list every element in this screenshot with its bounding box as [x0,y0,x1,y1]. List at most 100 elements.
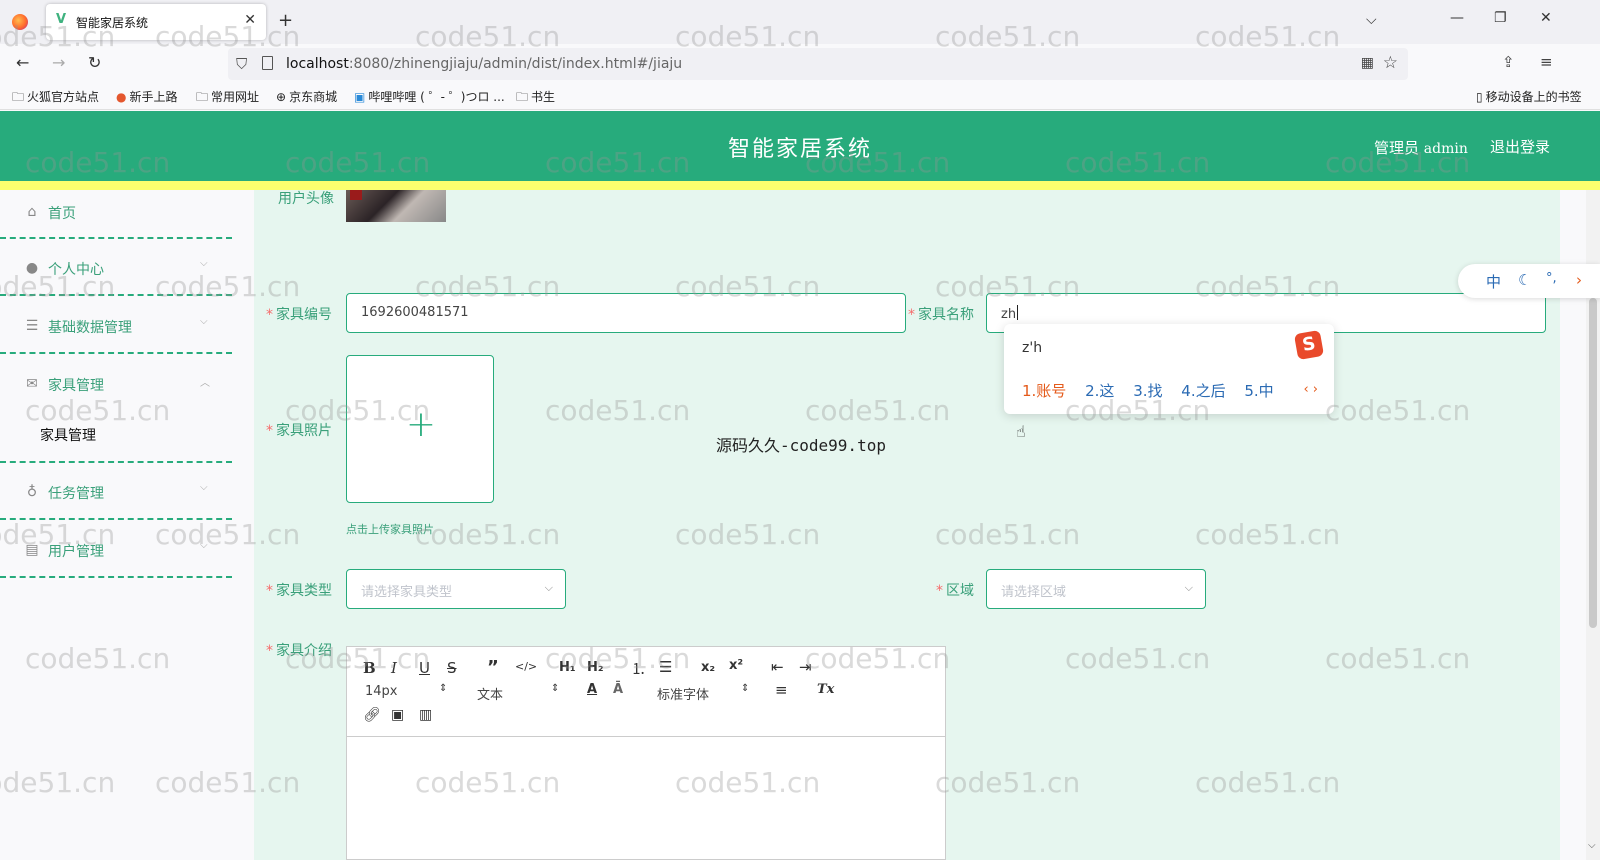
forward-arrow-icon[interactable]: → [52,53,65,72]
user-avatar-image [346,190,446,222]
bookmark-item[interactable]: 🗀 书生 [516,88,555,109]
blockquote-icon[interactable]: ” [487,657,499,678]
superscript-icon[interactable]: x² [729,658,743,673]
bookmark-item[interactable]: ⊕ 京东商城 [276,88,337,105]
code-input[interactable]: 1692600481571 [346,293,906,333]
restore-button[interactable]: ❐ [1494,10,1507,26]
clear-format-icon[interactable]: Tx [817,682,834,697]
submenu-item-furniture[interactable]: 家具管理 [40,425,96,445]
user-icon: ● [25,260,39,276]
sidebar-item-furniture[interactable]: ✉ 家具管理 ︿ [0,366,232,406]
ime-candidate[interactable]: 5.中 [1244,382,1273,400]
ime-candidate[interactable]: 4.之后 [1181,382,1225,400]
ime-status-bar: 中 ☾ °, › [1458,264,1600,298]
upload-tip: 点击上传家具照片 [346,523,434,536]
firefox-logo-icon [12,14,28,30]
moon-icon[interactable]: ☾ [1518,271,1531,289]
new-tab-button[interactable]: + [278,10,293,31]
back-arrow-icon[interactable]: ← [16,53,29,72]
list-all-tabs-icon[interactable]: ⌵ [1366,12,1377,28]
text-style-picker[interactable]: 文本 [477,684,503,703]
tab-close-icon[interactable]: ✕ [244,12,256,28]
minimize-button[interactable]: — [1450,10,1464,26]
page-icon [262,56,273,70]
bookmark-item[interactable]: 🗀 常用网址 [196,88,259,109]
area-select[interactable]: 请选择区域 ⌵ [986,569,1206,609]
mobile-icon: ▯ [1476,90,1483,104]
bookmark-item[interactable]: 🗀 火狐官方站点 [12,88,99,109]
background-color-icon[interactable]: Ā [613,682,623,697]
bullet-list-icon[interactable]: ☰ [659,658,672,676]
logout-button[interactable]: 退出登录 [1490,136,1550,157]
scroll-down-icon[interactable]: ⌵ [1588,840,1596,851]
outdent-icon[interactable]: ⇤ [771,658,784,676]
sidebar-item-home[interactable]: ⌂ 首页 [0,194,232,234]
browser-tab[interactable]: V 智能家居系统 ✕ [46,4,266,40]
video-icon[interactable]: ▥ [419,707,432,723]
align-icon[interactable]: ≡ [775,681,788,699]
extensions-icon[interactable]: ⇪ [1502,53,1515,71]
qr-code-icon[interactable]: ▦ [1361,55,1374,71]
address-bar[interactable]: ⛉ localhost:8080/zhinengjiaju/admin/dist… [228,48,1408,80]
heading2-icon[interactable]: H₂ [587,660,604,675]
italic-icon[interactable]: I [391,659,397,677]
ime-pinyin-input: z'h [1022,340,1043,356]
ime-candidate[interactable]: 2.这 [1085,382,1114,400]
chevron-right-icon[interactable]: › [1576,271,1582,289]
font-size-picker[interactable]: 14px [365,684,398,699]
bookmarks-bar: 🗀 火狐官方站点 ● 新手上路 🗀 常用网址 ⊕ 京东商城 ▣ 哔哩哔哩 ( ゜- ゜)つ… [0,84,1600,110]
url-text[interactable]: localhost:8080/zhinengjiaju/admin/dist/i… [286,56,682,72]
sliders-icon: ☰ [25,318,39,334]
type-select[interactable]: 请选择家具类型 ⌵ [346,569,566,609]
link-icon[interactable]: 🔗︎ [363,707,381,723]
code-block-icon[interactable]: </> [515,660,537,673]
underline-icon[interactable]: U [419,659,430,677]
chevron-up-icon: ︿ [200,378,210,389]
menu-divider [0,461,232,463]
bookmark-item[interactable]: ● 新手上路 [116,88,178,105]
heading1-icon[interactable]: H₁ [559,660,576,675]
font-family-picker[interactable]: 标准字体 [657,684,709,703]
bookmark-star-icon[interactable]: ☆ [1383,53,1398,73]
menu-divider [0,352,232,354]
window-close-button[interactable]: ✕ [1540,10,1552,26]
intro-label: * 家具介绍 [266,643,332,659]
sidebar-item-tasks[interactable]: ♁ 任务管理 ⌵ [0,474,232,514]
photo-label: * 家具照片 [266,423,332,439]
ime-candidate[interactable]: 3.找 [1133,382,1162,400]
ime-mode-indicator[interactable]: 中 [1486,271,1501,292]
avatar-detail [350,190,362,200]
mobile-bookmarks[interactable]: ▯ 移动设备上的书签 [1476,88,1582,105]
firefox-icon: ● [116,90,127,104]
subscript-icon[interactable]: x₂ [701,660,715,675]
globe-icon: ⊕ [276,90,287,104]
browser-tab-bar: V 智能家居系统 ✕ + ⌵ — ❐ ✕ [0,0,1600,44]
font-color-icon[interactable]: A [587,682,597,697]
folder-icon: 🗀 [516,90,529,104]
id-card-icon: ▤ [25,542,39,558]
strike-icon[interactable]: S [447,659,457,677]
bold-icon[interactable]: B [363,659,376,677]
sidebar-item-users[interactable]: ▤ 用户管理 ⌵ [0,532,232,572]
reload-icon[interactable]: ↻ [88,53,101,72]
chevron-down-icon: ⌵ [200,540,208,551]
ordered-list-icon[interactable]: ⒈ [631,658,646,679]
menu-divider [0,518,232,520]
image-icon[interactable]: ▣ [391,707,404,723]
sidebar-item-personal-center[interactable]: ● 个人中心 ⌵ [0,250,232,290]
rich-text-editor[interactable]: B I U S ” </> H₁ H₂ ⒈ ☰ x₂ x² ⇤ ⇥ 14px ⇕… [346,646,946,860]
indent-icon[interactable]: ⇥ [799,658,812,676]
ime-candidate[interactable]: 1.账号 [1022,382,1066,400]
sidebar-item-base-data[interactable]: ☰ 基础数据管理 ⌵ [0,308,232,348]
ime-page-nav-icon[interactable]: ‹ › [1303,382,1318,397]
vue-favicon-icon: V [56,12,67,27]
scrollbar-thumb[interactable] [1589,298,1597,628]
punctuation-icon[interactable]: °, [1546,271,1557,286]
overlay-watermark-text: 源码久久-code99.top [716,436,886,455]
chevron-updown-icon: ⇕ [439,683,448,694]
shield-icon[interactable]: ⛉ [236,55,247,73]
photo-upload-box[interactable]: + [346,355,494,503]
menu-icon[interactable]: ≡ [1540,53,1553,71]
sidebar-item-label: 首页 [48,206,76,222]
bookmark-item[interactable]: ▣ 哔哩哔哩 ( ゜- ゜)つロ ... [354,88,505,105]
